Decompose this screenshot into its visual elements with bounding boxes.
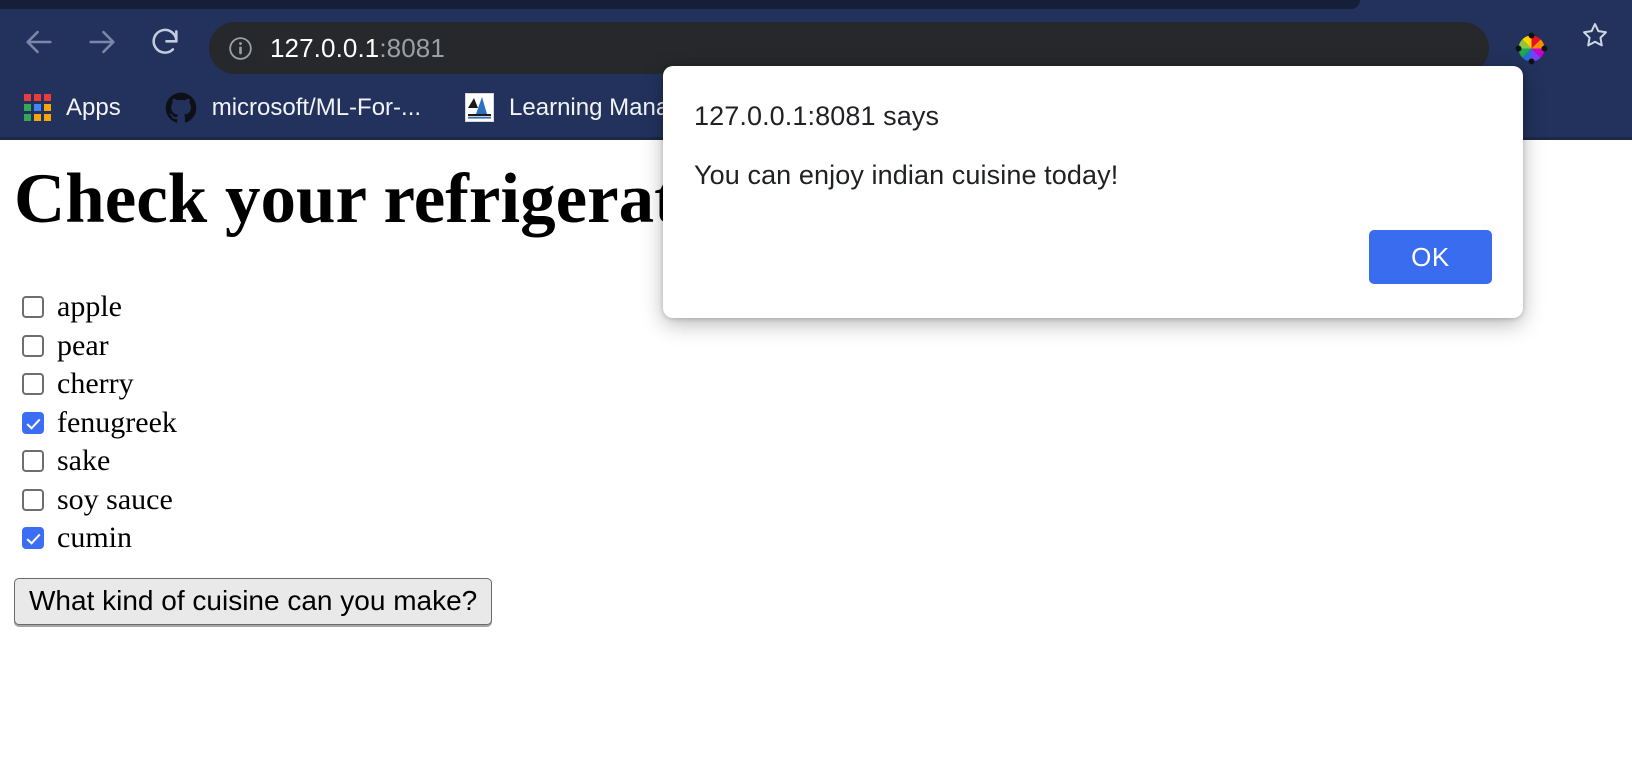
learning-management-favicon xyxy=(465,93,495,122)
dialog-origin-text: 127.0.0.1:8081 says xyxy=(694,101,940,131)
ingredient-row-fenugreek[interactable]: fenugreek xyxy=(0,404,700,443)
forward-button[interactable] xyxy=(79,19,125,65)
bookmark-label: Learning Mana xyxy=(509,93,670,121)
ingredient-row-cumin[interactable]: cumin xyxy=(0,519,700,558)
page-title: Check your refrigerator. xyxy=(14,160,757,238)
ingredient-row-pear[interactable]: pear xyxy=(0,327,700,366)
ingredient-label: soy sauce xyxy=(57,482,173,516)
checkbox-cumin[interactable] xyxy=(22,527,44,550)
ingredient-label: fenugreek xyxy=(57,405,177,439)
checkbox-apple[interactable] xyxy=(22,296,44,319)
javascript-alert-dialog: 127.0.0.1:8081 says You can enjoy indian… xyxy=(663,66,1523,318)
ingredient-label: pear xyxy=(57,328,109,362)
ingredient-row-apple[interactable]: apple xyxy=(0,288,700,327)
star-outline-icon xyxy=(1583,23,1607,47)
checkbox-cherry[interactable] xyxy=(22,373,44,396)
bookmark-label: Apps xyxy=(66,93,121,121)
ingredient-row-soy-sauce[interactable]: soy sauce xyxy=(0,481,700,520)
ingredient-label: cumin xyxy=(57,521,132,555)
ingredient-label: apple xyxy=(57,290,122,324)
info-circle-icon[interactable] xyxy=(227,35,254,62)
arrow-right-icon xyxy=(89,30,115,54)
ingredient-label: cherry xyxy=(57,367,134,401)
rainbow-beachball-cursor xyxy=(1515,32,1548,65)
dialog-ok-button[interactable]: OK xyxy=(1369,230,1492,284)
bookmark-label: microsoft/ML-For-... xyxy=(211,93,422,121)
dialog-message-text: You can enjoy indian cuisine today! xyxy=(694,160,1119,190)
bookmark-star-button[interactable] xyxy=(1580,20,1610,50)
active-tab[interactable] xyxy=(0,0,1360,9)
checkbox-sake[interactable] xyxy=(22,450,44,473)
checkbox-pear[interactable] xyxy=(22,334,44,357)
bookmark-learning-management[interactable]: Learning Mana xyxy=(465,88,669,128)
apps-grid-icon xyxy=(24,94,51,121)
checkbox-fenugreek[interactable] xyxy=(22,411,44,434)
check-cuisine-button[interactable]: What kind of cuisine can you make? xyxy=(14,578,493,626)
address-bar-url: 127.0.0.1:8081 xyxy=(270,33,445,64)
arrow-left-icon xyxy=(26,30,52,54)
ingredient-row-cherry[interactable]: cherry xyxy=(0,365,700,404)
github-icon xyxy=(165,92,197,123)
bookmark-apps[interactable]: Apps xyxy=(24,88,121,128)
reload-button[interactable] xyxy=(142,19,188,65)
ingredient-checkbox-list: apple pear cherry fenugreek sake soy sau… xyxy=(0,288,700,558)
checkbox-soy-sauce[interactable] xyxy=(22,488,44,511)
reload-icon xyxy=(152,28,178,54)
ingredient-row-sake[interactable]: sake xyxy=(0,442,700,481)
bookmark-ml-for-beginners[interactable]: microsoft/ML-For-... xyxy=(165,88,421,128)
back-button[interactable] xyxy=(16,19,62,65)
url-host: 127.0.0.1 xyxy=(270,32,380,63)
tab-strip xyxy=(0,0,1632,9)
ingredient-label: sake xyxy=(57,444,111,478)
url-port: :8081 xyxy=(379,32,445,63)
